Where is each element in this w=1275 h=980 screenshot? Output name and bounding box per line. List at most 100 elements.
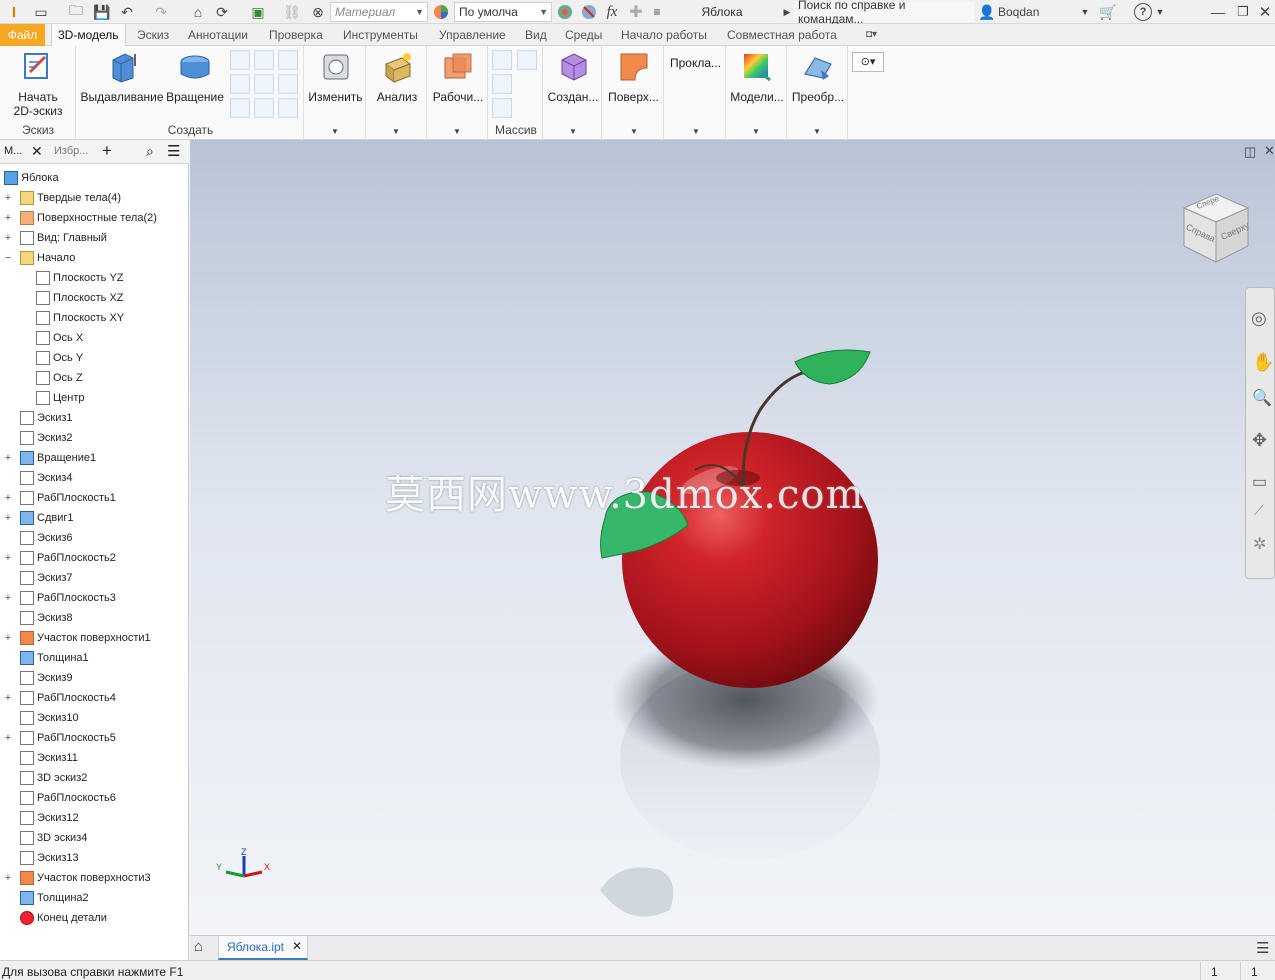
tree-item[interactable]: Толщина1 (0, 648, 89, 668)
quick-options-dropdown[interactable]: ⊙▾ (852, 52, 884, 72)
tree-item[interactable]: Плоскость YZ (0, 268, 124, 288)
appearance-combo[interactable]: По умолча ▼ (454, 2, 552, 22)
help-icon[interactable]: ? (1134, 3, 1152, 21)
tab-3d-model[interactable]: 3D-модель (51, 24, 126, 47)
collapse-icon[interactable]: − (3, 252, 13, 264)
model-dropdown-icon[interactable]: ▼ (752, 127, 760, 136)
surface-dropdown-icon[interactable]: ▼ (630, 127, 638, 136)
graphics-viewport[interactable]: 莫西网www.3dmox.com ◫ ✕ Спере Справа Сверху… (190, 140, 1275, 935)
tab-view[interactable]: Вид (519, 24, 553, 46)
ribbon-options-icon[interactable]: ◘▾ (860, 24, 883, 46)
import-button[interactable] (254, 98, 274, 118)
help-menu-chevron-icon[interactable]: ▼ (1155, 3, 1165, 21)
tab-collaborate[interactable]: Совместная работа (721, 24, 843, 46)
close-icon[interactable]: ✕ (1256, 3, 1274, 21)
tree-item[interactable]: Ось X (0, 328, 83, 348)
tree-item[interactable]: РабПлоскость6 (0, 788, 116, 808)
expand-icon[interactable]: + (3, 732, 13, 744)
work-features-button[interactable]: Рабочи... (428, 46, 488, 104)
select-icon[interactable]: ▣ (248, 3, 268, 21)
analysis-dropdown-icon[interactable]: ▼ (392, 127, 400, 136)
tree-item[interactable]: Эскиз13 (0, 848, 79, 868)
tree-item[interactable]: Плоскость XY (0, 308, 124, 328)
create-freeform-button[interactable]: Создан... (544, 46, 602, 104)
extrude-button[interactable]: Выдавливание (79, 46, 165, 104)
minimize-icon[interactable]: — (1208, 3, 1228, 21)
save-icon[interactable]: 💾 (92, 3, 112, 21)
browser-menu-icon[interactable]: ☰ (167, 142, 180, 160)
open-file-icon[interactable]: 🗀 (66, 2, 86, 21)
tree-item[interactable]: Эскиз8 (0, 608, 73, 628)
circular-pattern-button[interactable] (492, 74, 512, 94)
tree-item[interactable]: Плоскость XZ (0, 288, 124, 308)
expand-icon[interactable]: + (3, 452, 13, 464)
create-freeform-dropdown-icon[interactable]: ▼ (569, 127, 577, 136)
expand-icon[interactable]: + (3, 212, 13, 224)
expand-icon[interactable]: + (3, 632, 13, 644)
tree-item[interactable]: + РабПлоскость1 (0, 488, 116, 508)
revolve-button[interactable]: Вращение (165, 46, 225, 104)
tree-item[interactable]: + Поверхностные тела(2) (0, 208, 157, 228)
pan-icon[interactable]: ✋ (1252, 352, 1274, 373)
convert-dropdown-icon[interactable]: ▼ (813, 127, 821, 136)
tree-item[interactable]: 3D эскиз2 (0, 768, 87, 788)
steering-wheel-icon[interactable]: ◎ (1251, 308, 1267, 329)
tree-item[interactable]: Эскиз9 (0, 668, 73, 688)
tab-file[interactable]: Файл (0, 24, 45, 46)
browser-add-icon[interactable]: + (102, 141, 112, 161)
tree-item[interactable]: Центр (0, 388, 85, 408)
coil-button[interactable] (230, 74, 250, 94)
tree-item[interactable]: 3D эскиз4 (0, 828, 87, 848)
home-tab-icon[interactable]: ⌂ (194, 938, 203, 955)
expand-icon[interactable]: + (3, 592, 13, 604)
tree-item[interactable]: Эскиз7 (0, 568, 73, 588)
tree-item[interactable]: Эскиз10 (0, 708, 79, 728)
modify-dropdown-icon[interactable]: ▼ (331, 127, 339, 136)
work-dropdown-icon[interactable]: ▼ (453, 127, 461, 136)
tree-item[interactable]: Эскиз12 (0, 808, 79, 828)
browser-tab-favorites[interactable]: Избр... (54, 145, 88, 157)
tree-item[interactable]: + Участок поверхности1 (0, 628, 151, 648)
document-tabs-menu-icon[interactable]: ☰ (1256, 939, 1269, 957)
viewport-maximize-icon[interactable]: ◫ (1244, 144, 1256, 160)
tab-environments[interactable]: Среды (559, 24, 608, 46)
tab-get-started[interactable]: Начало работы (615, 24, 713, 46)
tree-item[interactable]: Эскиз11 (0, 748, 78, 768)
expand-icon[interactable]: + (3, 192, 13, 204)
browser-search-icon[interactable]: ⌕ (146, 143, 154, 160)
tree-item[interactable]: + РабПлоскость4 (0, 688, 116, 708)
derive-button[interactable] (278, 74, 298, 94)
restore-icon[interactable]: ❐ (1233, 3, 1253, 21)
new-file-icon[interactable]: ▭ (30, 3, 52, 21)
user-menu-chevron-icon[interactable]: ▼ (1080, 3, 1090, 21)
tab-manage[interactable]: Управление (433, 24, 512, 46)
tab-annotations[interactable]: Аннотации (182, 24, 254, 46)
fx-icon[interactable]: fx (602, 3, 622, 21)
rib-button[interactable] (254, 74, 274, 94)
tab-inspect[interactable]: Проверка (263, 24, 329, 46)
route-dropdown-icon[interactable]: ▼ (692, 127, 700, 136)
inventor-logo-icon[interactable]: I (4, 3, 24, 21)
look-at-icon[interactable]: ▭ (1252, 472, 1267, 492)
browser-tab-model[interactable]: М... (4, 145, 22, 157)
expand-icon[interactable]: + (3, 492, 13, 504)
tree-item[interactable]: Ось Y (0, 348, 83, 368)
tree-item[interactable]: Яблока (0, 168, 59, 188)
document-tab[interactable]: Яблока.ipt ✕ (218, 936, 308, 960)
tree-item[interactable]: + Вид: Главный (0, 228, 107, 248)
unwrap-button[interactable] (278, 98, 298, 118)
plus-icon[interactable]: ✚ (628, 3, 644, 21)
tree-item[interactable]: + РабПлоскость3 (0, 588, 116, 608)
tree-item[interactable]: + Участок поверхности3 (0, 868, 151, 888)
tree-item[interactable]: Ось Z (0, 368, 83, 388)
mirror-button[interactable] (517, 50, 537, 70)
customize-icon[interactable]: ≡ (650, 3, 664, 21)
expand-icon[interactable]: + (3, 512, 13, 524)
loft-button[interactable] (230, 50, 250, 70)
tree-item[interactable]: + РабПлоскость5 (0, 728, 116, 748)
route-button[interactable]: Прокла... (665, 56, 726, 70)
help-search-input[interactable]: Поиск по справке и командам... (794, 0, 974, 26)
analysis-button[interactable]: Анализ (367, 46, 427, 104)
clear-appearance-icon[interactable] (580, 3, 598, 21)
adjust-appearance-icon[interactable] (556, 3, 574, 21)
